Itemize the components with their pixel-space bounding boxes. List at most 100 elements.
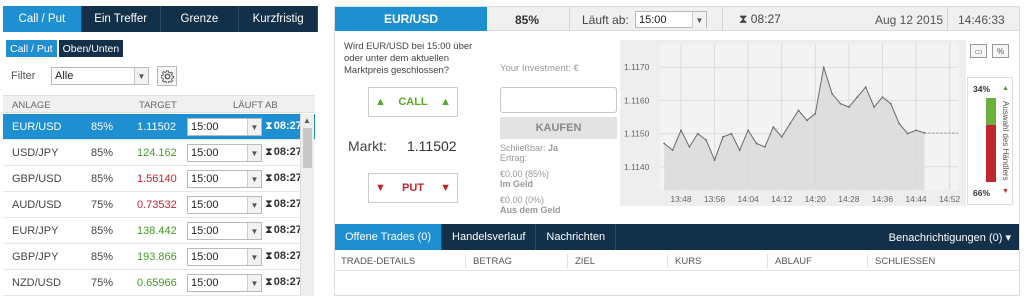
tab-grenze[interactable]: Grenze [160,6,240,32]
date: Aug 12 2015 [875,13,944,27]
percent-toggle[interactable]: % [992,44,1009,58]
notifications-dropdown[interactable]: Benachrichtigungen (0) ▾ [889,231,1011,244]
investment-input[interactable] [500,87,617,113]
price-point [915,129,917,132]
chevron-down-icon: ▼ [692,12,706,28]
asset-table-header: ANLAGE TARGET LÄUFT AB [3,95,315,113]
price-point [713,159,716,162]
tab-call-put[interactable]: Call / Put [3,6,82,32]
price-point [906,132,909,135]
table-row[interactable]: GBP/USD 85% 1.56140 15:00 ▼ ⧗08:27 [3,166,315,192]
triangle-down-icon: ▼ [440,182,451,194]
market-value: 1.11502 [407,138,457,154]
countdown-value: 08:27 [273,120,302,132]
closable-value: Ja [548,143,559,153]
expiry-select[interactable]: 15:00 ▼ [187,196,262,214]
in-money-label: Im Geld [500,179,534,189]
asset-payout: 85% [91,225,114,237]
col-expiry: ABLAUF [775,256,812,267]
trades-columns: TRADE-DETAILS BETRAG ZIEL KURS ABLAUF SC… [335,251,1019,271]
divider [569,7,570,31]
table-row[interactable]: GBP/JPY 85% 193.866 15:00 ▼ ⧗08:27 [3,244,315,270]
scroll-up-icon[interactable]: ▲ [303,116,311,125]
chevron-down-icon: ▼ [134,68,148,84]
x-tick-label: 13:48 [670,194,692,204]
table-row[interactable]: AUD/USD 75% 0.73532 15:00 ▼ ⧗08:27 [3,192,315,218]
tab-trade-history[interactable]: Handelsverlauf [442,224,537,250]
in-money-row: Im Geld [500,179,533,189]
expiry-select[interactable]: 15:00 ▼ [187,170,262,188]
expiry-select[interactable]: 15:00 ▼ [635,11,707,28]
expiry-value: 15:00 [639,13,667,26]
countdown-value: 08:27 [273,198,302,210]
expiry-select[interactable]: 15:00 ▼ [187,144,262,162]
table-row[interactable]: NZD/USD 75% 0.65966 15:00 ▼ ⧗08:27 [3,270,315,296]
chevron-down-icon: ▼ [247,223,261,239]
out-money-label: Aus dem Geld [500,205,561,215]
countdown: ⧗08:27 [265,224,302,237]
hourglass-icon: ⧗ [265,172,273,184]
countdown-value: 08:27 [273,172,302,184]
triangle-up-icon: ▲ [1002,85,1009,92]
hourglass-icon: ⧗ [739,12,751,26]
divider [767,254,768,268]
expiry-value: 15:00 [191,199,219,211]
divider [567,254,568,268]
call-button[interactable]: ▲ CALL ▲ [368,87,458,117]
price-point [873,106,875,108]
subtab-oben-unten[interactable]: Oben/Unten [58,40,124,57]
tab-ein-treffer[interactable]: Ein Treffer [81,6,161,32]
asset-scrollbar[interactable]: ▲ [300,114,314,296]
window-icon[interactable]: ▭ [970,44,987,58]
expiry-select[interactable]: 15:00 ▼ [187,222,262,240]
settings-button[interactable] [157,66,177,86]
subtabs: Call / Put Oben/Unten [6,40,124,57]
expiry-value: 15:00 [191,277,219,289]
expiry-select[interactable]: 15:00 ▼ [187,118,262,136]
countdown-value: 08:27 [273,250,302,262]
scroll-thumb[interactable] [303,128,312,168]
price-point [730,132,733,135]
price-point [789,122,792,125]
expiry-select[interactable]: 15:00 ▼ [187,248,262,266]
triangle-down-icon: ▼ [1002,188,1009,195]
asset-name: USD/JPY [12,147,59,159]
put-label: PUT [402,182,424,194]
price-point [705,139,708,142]
out-money-row: Aus dem Geld [500,205,561,215]
put-button[interactable]: ▼ PUT ▼ [368,173,458,203]
buy-button[interactable]: KAUFEN [500,117,617,139]
price-point [839,102,842,105]
chevron-down-icon: ▼ [247,249,261,265]
countdown: ⧗ 08:27 [739,12,781,27]
col-rate: KURS [675,256,702,267]
price-point [696,132,699,135]
price-chart[interactable]: 13:48 13:56 14:04 14:12 14:20 14:28 14:36 14:44… [620,40,966,206]
price-point [814,112,817,115]
tab-kurzfristig[interactable]: Kurzfristig [239,6,318,32]
price-point [780,136,783,138]
price-point [688,145,691,148]
asset-payout: 85% [91,121,114,133]
asset-payout: 85% [91,147,114,159]
subtab-call-put[interactable]: Call / Put [6,40,57,57]
chart-tools: ▭ % [966,40,1019,64]
table-row[interactable]: USD/JPY 85% 124.162 15:00 ▼ ⧗08:27 [3,140,315,166]
price-point [881,96,884,98]
price-point [772,126,775,128]
tab-news[interactable]: Nachrichten [536,224,617,250]
asset-name: NZD/USD [12,277,61,289]
expiry-select[interactable]: 15:00 ▼ [187,274,262,292]
divider [465,254,466,268]
expiry-value: 15:00 [191,121,219,133]
hourglass-icon: ⧗ [265,198,273,210]
asset-target: 0.65966 [137,277,177,289]
table-row[interactable]: EUR/USD 85% 1.11502 15:00 ▼ ⧗08:27 [3,114,315,140]
filter-label: Filter [11,70,36,82]
table-row[interactable]: EUR/JPY 85% 138.442 15:00 ▼ ⧗08:27 [3,218,315,244]
asset-payout: 85% [91,173,114,185]
price-point [755,142,758,145]
tab-open-trades[interactable]: Offene Trades (0) [335,224,443,250]
divider [947,7,948,31]
filter-select[interactable]: Alle ▼ [51,67,149,85]
